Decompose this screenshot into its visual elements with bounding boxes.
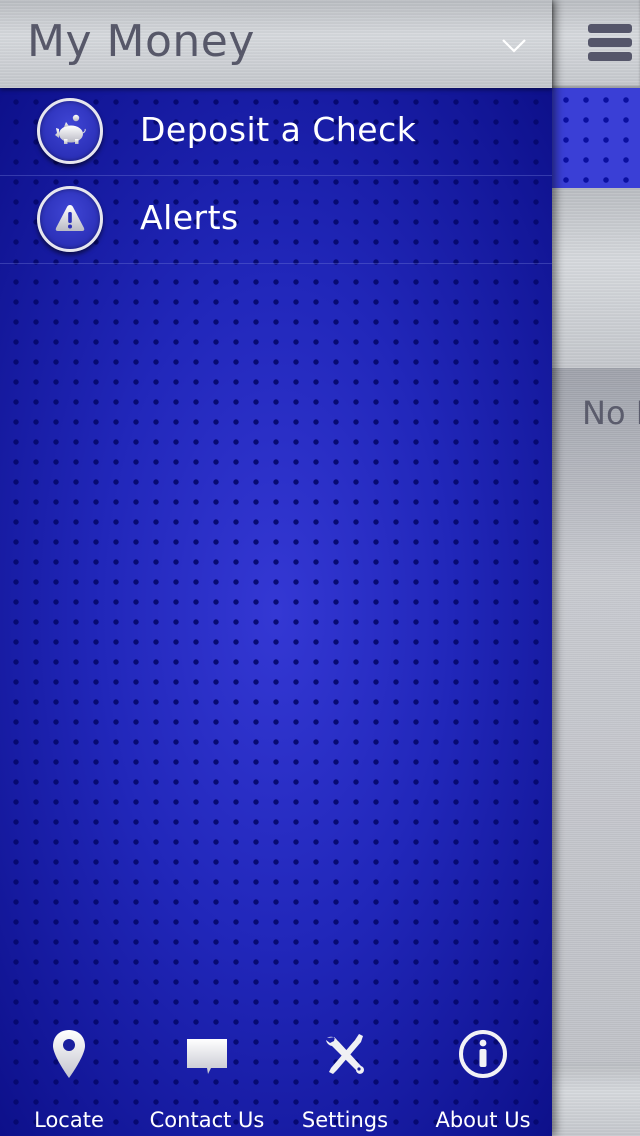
account-dropdown-button[interactable]	[494, 26, 534, 66]
main-footer	[552, 1062, 640, 1136]
main-banner	[552, 88, 640, 188]
navigation-drawer: My Money Deposit a Check Alerts Locate C…	[0, 0, 552, 1136]
bar-label: Locate	[34, 1108, 104, 1132]
chat-bubble-icon	[179, 1026, 235, 1082]
menu-line	[588, 24, 632, 33]
about-us-button[interactable]: About Us	[414, 1010, 552, 1136]
bottom-toolbar: Locate Contact Us Settings About Us	[0, 1010, 552, 1136]
drawer-header: My Money	[0, 0, 552, 88]
chevron-down-icon	[502, 39, 526, 53]
menu-item-label: Deposit a Check	[140, 110, 417, 149]
menu-item-label: Alerts	[140, 198, 239, 237]
main-status-area: No I	[552, 368, 640, 1062]
info-icon	[455, 1026, 511, 1082]
menu-line	[588, 38, 632, 47]
drawer-body: Deposit a Check Alerts Locate Contact Us…	[0, 88, 552, 1136]
bar-label: Contact Us	[149, 1108, 265, 1132]
contact-us-button[interactable]: Contact Us	[138, 1010, 276, 1136]
map-pin-icon	[41, 1026, 97, 1082]
main-account-card[interactable]	[552, 188, 640, 368]
drawer-title: My Money	[27, 16, 255, 67]
warning-icon	[37, 186, 103, 252]
settings-button[interactable]: Settings	[276, 1010, 414, 1136]
main-content-panel: No I	[552, 0, 640, 1136]
tools-icon	[317, 1026, 373, 1082]
piggy-bank-icon	[37, 98, 103, 164]
menu-item-alerts[interactable]: Alerts	[0, 176, 552, 264]
locate-button[interactable]: Locate	[0, 1010, 138, 1136]
hamburger-menu-icon[interactable]	[588, 24, 632, 64]
main-header	[552, 0, 640, 88]
menu-item-deposit-check[interactable]: Deposit a Check	[0, 88, 552, 176]
main-status-text: No I	[582, 394, 640, 432]
bar-label: Settings	[301, 1108, 389, 1132]
menu-line	[588, 52, 632, 61]
bar-label: About Us	[435, 1108, 531, 1132]
